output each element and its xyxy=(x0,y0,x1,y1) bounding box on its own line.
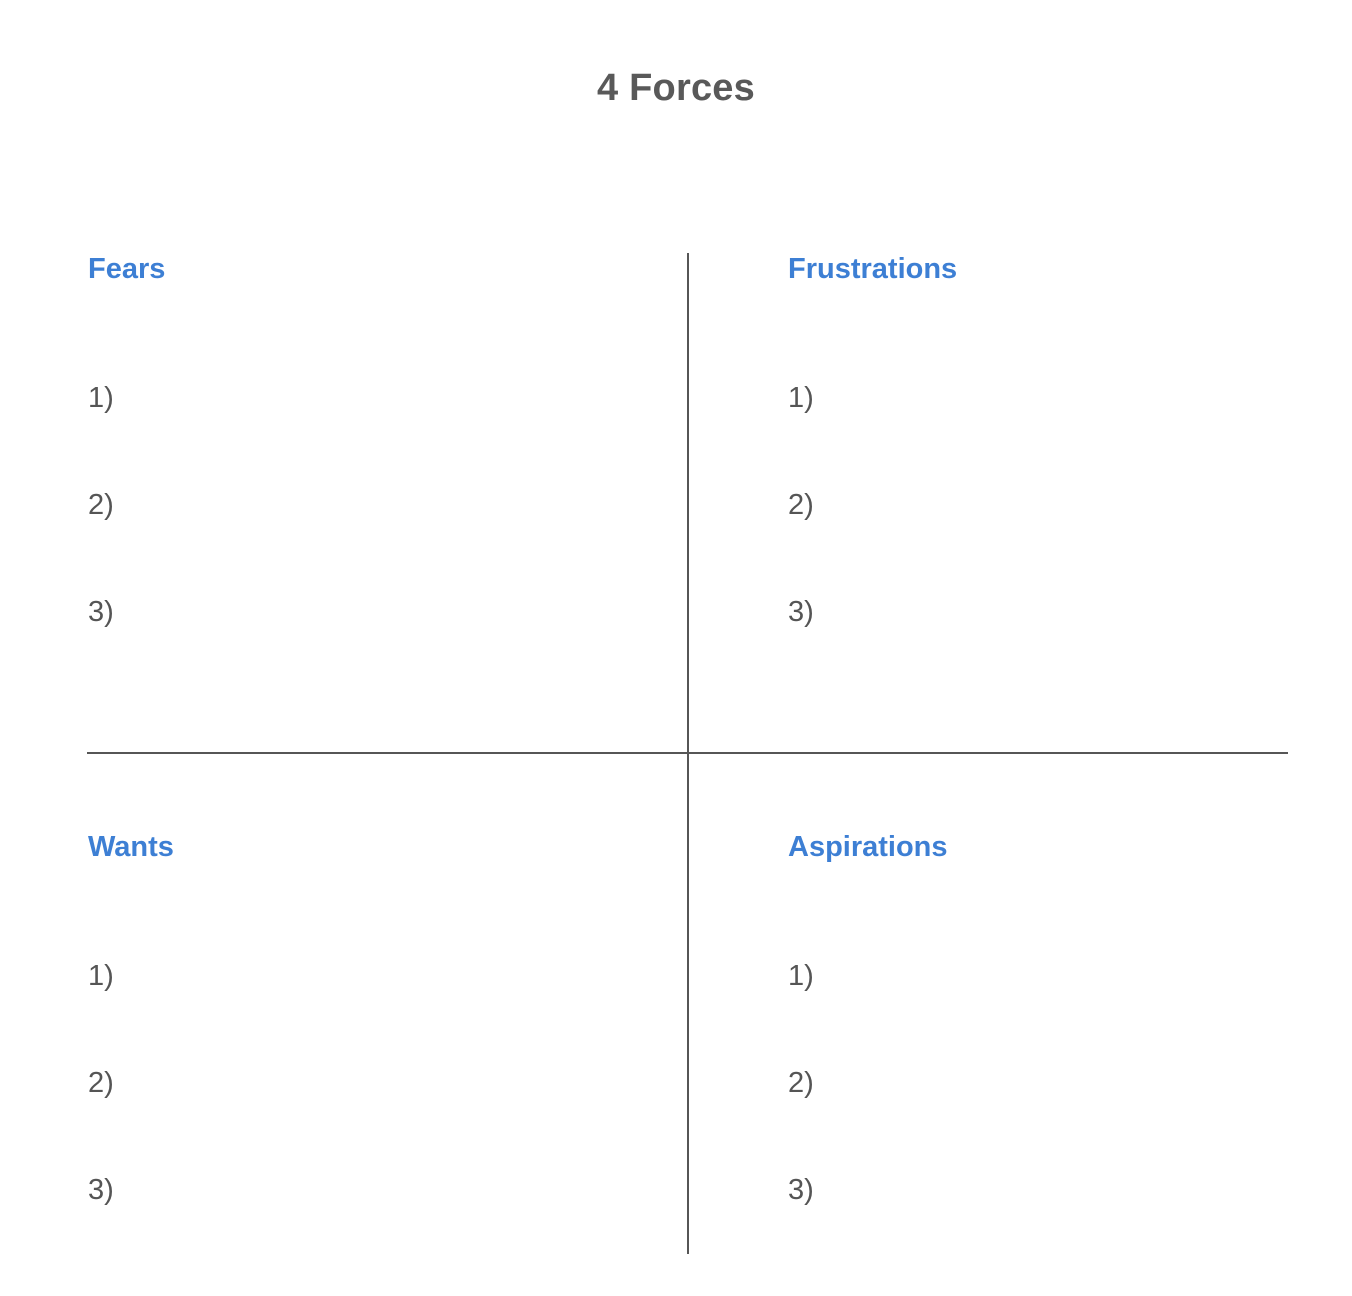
list-item[interactable]: 2) xyxy=(788,1068,1348,1098)
list-item[interactable]: 3) xyxy=(88,1175,648,1205)
quadrant-aspirations: Aspirations 1) 2) 3) xyxy=(788,830,1348,1205)
list-item[interactable]: 1) xyxy=(88,961,648,991)
list-item[interactable]: 1) xyxy=(88,383,648,413)
quadrant-fears: Fears 1) 2) 3) xyxy=(88,252,648,627)
list-item[interactable]: 2) xyxy=(88,490,648,520)
list-item[interactable]: 1) xyxy=(788,383,1348,413)
list-fears: 1) 2) 3) xyxy=(88,383,648,627)
list-item[interactable]: 2) xyxy=(788,490,1348,520)
quadrant-title-wants: Wants xyxy=(88,831,174,863)
quadrant-title-fears: Fears xyxy=(88,253,166,285)
list-aspirations: 1) 2) 3) xyxy=(788,961,1348,1205)
list-item[interactable]: 3) xyxy=(788,1175,1348,1205)
page-title: 4 Forces xyxy=(597,67,755,109)
list-item[interactable]: 1) xyxy=(788,961,1348,991)
list-item[interactable]: 2) xyxy=(88,1068,648,1098)
list-item[interactable]: 3) xyxy=(88,597,648,627)
quadrant-wants: Wants 1) 2) 3) xyxy=(88,830,648,1205)
horizontal-divider xyxy=(87,752,1288,754)
quadrant-frustrations: Frustrations 1) 2) 3) xyxy=(788,252,1348,627)
list-item[interactable]: 3) xyxy=(788,597,1348,627)
four-forces-worksheet: 4 Forces Fears 1) 2) 3) Frustrations 1) … xyxy=(0,0,1352,1296)
list-wants: 1) 2) 3) xyxy=(88,961,648,1205)
quadrant-title-aspirations: Aspirations xyxy=(788,831,948,863)
quadrant-title-frustrations: Frustrations xyxy=(788,253,958,285)
list-frustrations: 1) 2) 3) xyxy=(788,383,1348,627)
